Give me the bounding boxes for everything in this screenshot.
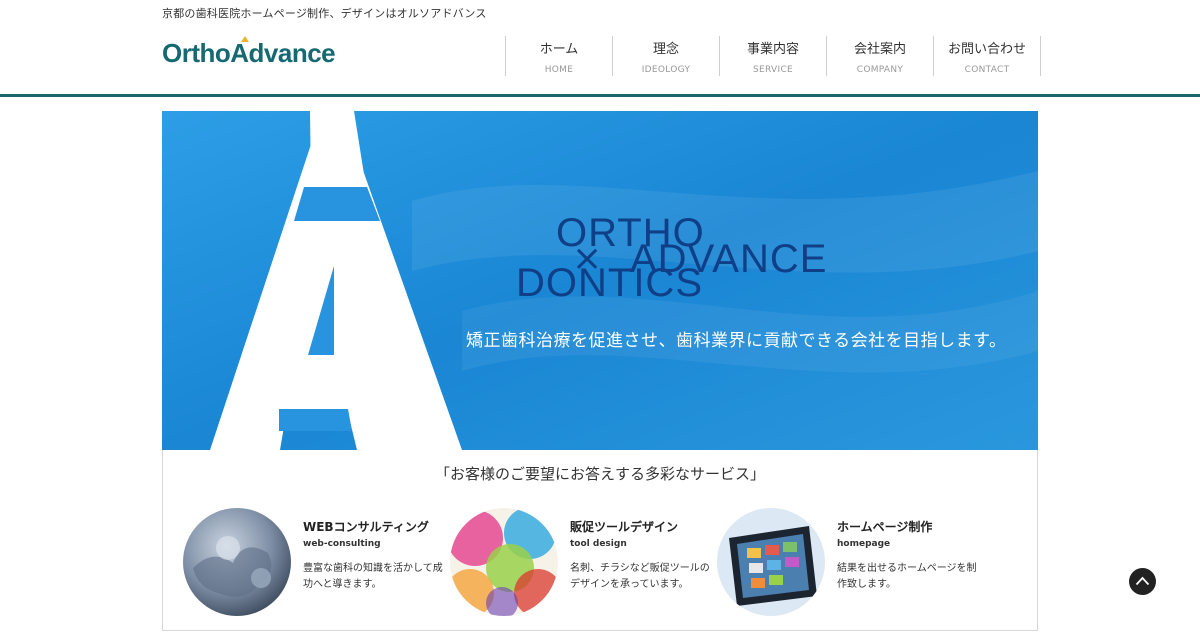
nav-home[interactable]: ホーム HOME (506, 36, 613, 76)
service-title: WEBコンサルティング (303, 520, 429, 534)
puzzle-image (183, 508, 291, 616)
service-subtitle: web-consulting (303, 539, 381, 549)
nav-label: ホーム (539, 42, 579, 57)
main-nav: ホーム HOME 理念 IDEOLOGY 事業内容 SERVICE 会社案内 C… (505, 36, 1041, 76)
service-description: 結果を出せるホームページを制作致します。 (837, 563, 977, 590)
nav-company[interactable]: 会社案内 COMPANY (827, 36, 934, 76)
service-description: 豊富な歯科の知識を活かして成功へと導きます。 (303, 563, 443, 590)
service-title: 販促ツールデザイン (570, 520, 679, 534)
chevron-up-icon (1135, 576, 1150, 586)
nav-contact[interactable]: お問い合わせ CONTACT (934, 36, 1041, 76)
nav-label: 事業内容 (746, 42, 799, 57)
watercolor-image (450, 508, 558, 616)
service-description: 名刺、チラシなど販促ツールのデザインを承っています。 (570, 563, 710, 590)
header-divider (0, 94, 1200, 97)
hero-slogan: 矯正歯科治療を促進させ、歯科業界に貢献できる会社を目指します。 (466, 331, 1007, 351)
service-title: ホームページ制作 (837, 520, 933, 534)
services-heading: 「お客様のご要望にお答えする多彩なサービス」 (434, 465, 765, 483)
hero-times-symbol: × (572, 238, 603, 279)
service-homepage[interactable]: ホームページ制作 homepage 結果を出せるホームページを制作致します。 (717, 508, 987, 618)
nav-sublabel: CONTACT (964, 65, 1010, 75)
nav-label: 理念 (652, 42, 679, 57)
service-tool-design[interactable]: 販促ツールデザイン tool design 名刺、チラシなど販促ツールのデザイン… (450, 508, 720, 618)
nav-label: お問い合わせ (947, 42, 1026, 57)
nav-label: 会社案内 (853, 42, 906, 57)
nav-sublabel: IDEOLOGY (641, 65, 691, 75)
nav-sublabel: HOME (544, 65, 574, 75)
service-web-consulting[interactable]: WEBコンサルティング web-consulting 豊富な歯科の知識を活かして… (183, 508, 453, 618)
nav-sublabel: SERVICE (752, 65, 794, 75)
service-subtitle: tool design (570, 539, 627, 549)
service-subtitle: homepage (837, 539, 891, 549)
tablet-image (717, 508, 825, 616)
nav-service[interactable]: 事業内容 SERVICE (720, 36, 827, 76)
hero-banner: ORTHO DONTICS × ADVANCE 矯正歯科治療を促進させ、歯科業界… (162, 111, 1038, 450)
hero-advance-text: ADVANCE (630, 237, 828, 281)
site-tagline: 京都の歯科医院ホームページ制作、デザインはオルソアドバンス (162, 7, 487, 20)
nav-sublabel: COMPANY (856, 65, 904, 75)
logo-accent-mark (241, 36, 249, 42)
back-to-top-button[interactable] (1129, 568, 1156, 595)
nav-ideology[interactable]: 理念 IDEOLOGY (613, 36, 720, 76)
site-logo[interactable]: OrthoAdvance (162, 38, 336, 69)
